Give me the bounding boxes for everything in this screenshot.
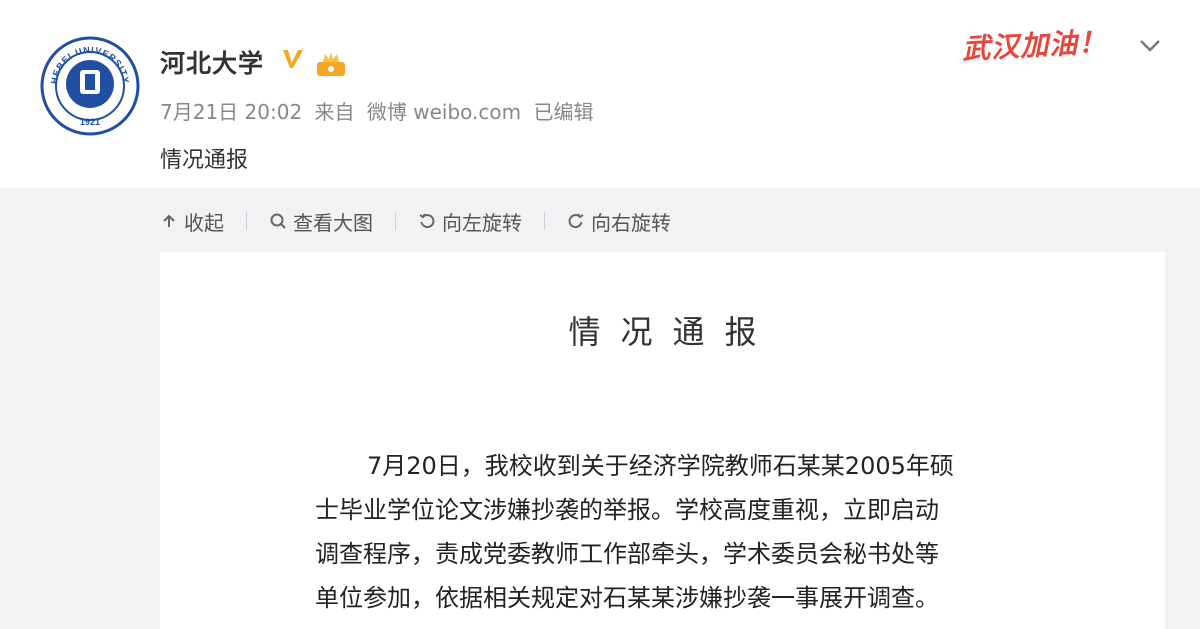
edited-label[interactable]: 已编辑 bbox=[533, 100, 593, 124]
media-toolbar: 收起 查看大图 向左旋转 向右旋转 bbox=[160, 206, 671, 236]
post-meta: 7月21日 20:02 来自 微博 weibo.com 已编辑 bbox=[160, 96, 599, 125]
rotate-left-icon bbox=[419, 213, 435, 229]
document-title: 情况通报 bbox=[568, 313, 777, 351]
post-date[interactable]: 7月21日 20:02 bbox=[160, 100, 302, 124]
username[interactable]: 河北大学 bbox=[160, 44, 264, 80]
document-body: 7月20日，我校收到关于经济学院教师石某某2005年硕 士毕业学位论文涉嫌抄袭的… bbox=[315, 444, 1015, 620]
source-prefix: 来自 bbox=[314, 100, 355, 124]
rotate-right-label: 向右旋转 bbox=[591, 210, 671, 235]
document-line: 调查程序，责成党委教师工作部牵头，学术委员会秘书处等 bbox=[315, 540, 939, 568]
trophy-badge-icon[interactable] bbox=[315, 50, 347, 82]
post-source[interactable]: 微博 weibo.com bbox=[367, 100, 521, 124]
rotate-left-button[interactable]: 向左旋转 bbox=[418, 207, 522, 236]
search-icon bbox=[270, 213, 286, 229]
weibo-post-header: HEBEI UNIVERSITY 1921 河北大学 7月21日 20:02 来… bbox=[0, 0, 1200, 188]
slogan-badge: 武汉加油！ bbox=[961, 25, 1108, 66]
collapse-label: 收起 bbox=[184, 210, 224, 235]
toolbar-divider bbox=[544, 212, 545, 230]
hebei-university-seal-icon: HEBEI UNIVERSITY 1921 bbox=[40, 36, 140, 136]
chevron-down-icon[interactable] bbox=[1138, 38, 1162, 58]
view-large-button[interactable]: 查看大图 bbox=[269, 207, 373, 236]
document-line: 士毕业学位论文涉嫌抄袭的举报。学校高度重视，立即启动 bbox=[315, 496, 939, 524]
post-text: 情况通报 bbox=[160, 148, 249, 173]
toolbar-divider bbox=[246, 212, 247, 230]
collapse-button[interactable]: 收起 bbox=[160, 207, 224, 236]
document-image[interactable]: 情况通报 7月20日，我校收到关于经济学院教师石某某2005年硕 士毕业学位论文… bbox=[160, 252, 1165, 629]
rotate-right-icon bbox=[568, 213, 584, 229]
document-line: 7月20日，我校收到关于经济学院教师石某某2005年硕 bbox=[367, 452, 954, 480]
collapse-icon bbox=[163, 214, 175, 227]
verified-icon bbox=[280, 46, 306, 76]
document-line: 单位参加，依据相关规定对石某某涉嫌抄袭一事展开调查。 bbox=[315, 584, 939, 612]
rotate-right-button[interactable]: 向右旋转 bbox=[567, 207, 671, 236]
avatar[interactable]: HEBEI UNIVERSITY 1921 bbox=[40, 36, 140, 136]
view-large-label: 查看大图 bbox=[293, 210, 373, 235]
toolbar-divider bbox=[395, 212, 396, 230]
rotate-left-label: 向左旋转 bbox=[442, 210, 522, 235]
avatar-year: 1921 bbox=[80, 117, 100, 127]
